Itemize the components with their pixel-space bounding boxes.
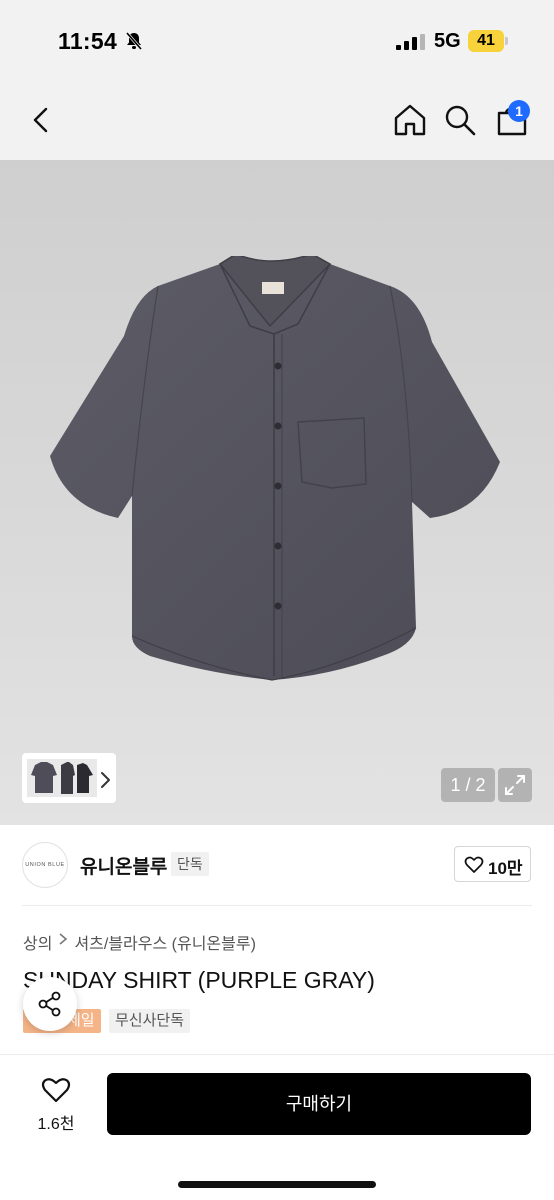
search-icon [445,105,476,136]
status-time: 11:54 [58,28,118,54]
chevron-right-icon[interactable] [98,770,112,790]
share-icon [38,991,61,1017]
breadcrumb: 상의 셔츠/블라우스 (유니온블루) [23,930,256,954]
home-button[interactable] [392,102,428,138]
brand-like-button[interactable]: 10만 [454,846,531,882]
back-icon [33,107,48,133]
brand-logo-text: UNION BLUE [25,862,65,868]
heart-icon [41,1078,71,1103]
wishlist-count: 1.6천 [37,1116,75,1133]
network-label: 5G [434,30,461,52]
product-image[interactable]: 1 / 2 [0,160,554,825]
brand-logo[interactable]: UNION BLUE [22,842,68,888]
buy-button[interactable]: 구매하기 [107,1073,531,1135]
cart-badge: 1 [508,100,530,122]
share-button[interactable] [23,977,77,1031]
product-title: SUNDAY SHIRT (PURPLE GRAY) [23,967,375,993]
divider [22,905,532,906]
wishlist-button[interactable]: 1.6천 [24,1074,88,1138]
heart-icon [464,856,484,873]
home-indicator [178,1181,376,1188]
home-icon [394,104,426,136]
brand-exclusive-badge: 단독 [171,852,209,876]
chevron-right-icon [59,933,68,945]
battery-level: 41 [477,32,495,49]
breadcrumb-item-category[interactable]: 셔츠/블라우스 (유니온블루) [74,936,255,953]
expand-button[interactable] [498,768,532,802]
back-button[interactable] [24,102,60,138]
breadcrumb-item-top[interactable]: 상의 [23,936,52,953]
battery-indicator: 41 [468,30,508,52]
nav-header [0,80,554,160]
shirt-image [50,256,500,681]
brand-name[interactable]: 유니온블루 [80,852,167,879]
signal-icon [396,34,425,50]
status-bar: 11:54 5G 41 [0,0,554,80]
search-button[interactable] [442,102,478,138]
brand-like-count: 10만 [488,859,523,878]
page-counter: 1 / 2 [441,768,495,802]
exclusive-tag: 무신사단독 [109,1009,191,1033]
bell-slash-icon [125,32,143,50]
expand-icon [505,775,525,795]
thumbnail-image [27,759,97,797]
